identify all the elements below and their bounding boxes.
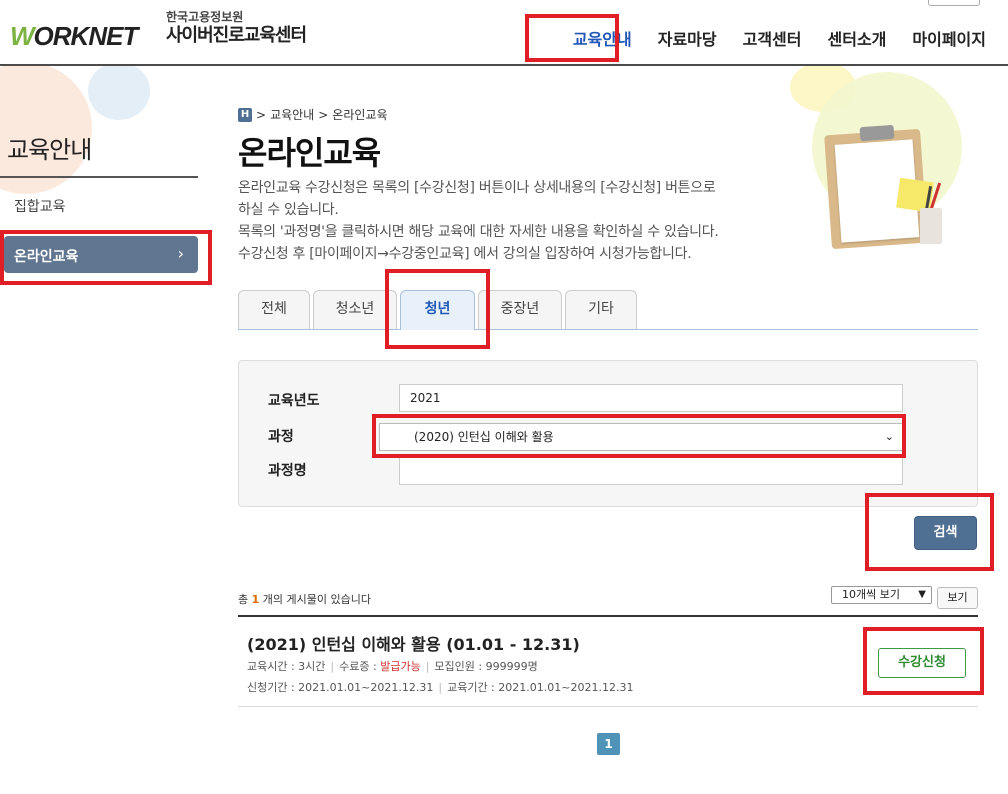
site-header: WORKNET 한국고용정보원 사이버진로교육센터 교육안내 자료마당 고객센터… <box>0 0 1008 66</box>
count-number: 1 <box>251 593 260 606</box>
course-periods: 신청기간 : 2021.01.01~2021.12.31 | 교육기간 : 2021… <box>247 679 633 695</box>
tab-all[interactable]: 전체 <box>238 290 310 329</box>
worknet-logo: WORKNET <box>10 21 138 51</box>
sidebar-item-online-edu[interactable]: 온라인교육 › <box>4 236 198 273</box>
tab-young-adult[interactable]: 청년 <box>400 290 475 330</box>
breadcrumb: H > 교육안내 > 온라인교육 <box>238 106 388 123</box>
course-meta: 교육시간 : 3시간 | 수료증 : 발급가능 | 모집인원 : 999999명 <box>247 658 538 674</box>
page-intro: 온라인교육 수강신청은 목록의 [수강신청] 버튼이나 상세내용의 [수강신청]… <box>238 177 798 265</box>
result-count: 총 1 개의 게시물이 있습니다 <box>238 591 371 607</box>
course-label: 과정 <box>268 429 294 445</box>
breadcrumb-separator: > <box>318 107 329 122</box>
intro-line: 수강신청 후 [마이페이지→수강중인교육] 에서 강의실 입장하여 시청가능합니… <box>238 246 692 262</box>
breadcrumb-separator: > <box>256 107 267 122</box>
tab-youth[interactable]: 청소년 <box>313 290 397 329</box>
utility-button[interactable] <box>928 0 980 6</box>
search-button[interactable]: 검색 <box>914 516 977 550</box>
apply-button[interactable]: 수강신청 <box>878 648 966 678</box>
category-tabs: 전체 청소년 청년 중장년 기타 <box>238 290 978 330</box>
divider <box>238 706 978 707</box>
pen-cup-shape <box>920 208 942 244</box>
course-title-link[interactable]: (2021) 인턴십 이해와 활용 (01.01 - 12.31) <box>247 631 580 655</box>
sidebar-item-label: 온라인교육 <box>14 249 79 265</box>
sidebar-item-group-edu[interactable]: 집합교육 <box>14 196 66 216</box>
per-page-select[interactable]: 10개씩 보기 ▼ <box>831 586 932 604</box>
page-title: 온라인교육 <box>238 134 381 172</box>
nav-item-about[interactable]: 센터소개 <box>828 26 887 50</box>
course-cert-label: 수료증 : <box>339 660 381 673</box>
separator: | <box>438 681 443 694</box>
main-nav: 교육안내 자료마당 고객센터 센터소개 마이페이지 <box>573 26 986 50</box>
nav-item-resources[interactable]: 자료마당 <box>658 26 717 50</box>
apply-period: 신청기간 : 2021.01.01~2021.12.31 <box>247 681 434 694</box>
chevron-down-icon: ⌄ <box>884 430 894 443</box>
tab-middle-age[interactable]: 중장년 <box>478 290 562 329</box>
view-button[interactable]: 보기 <box>937 587 978 609</box>
separator: | <box>425 660 430 673</box>
decorative-circle <box>0 62 92 194</box>
search-form: 교육년도 2021 과정 (2020) 인턴십 이해와 활용 ⌄ 과정명 <box>238 360 978 507</box>
intro-line: 하실 수 있습니다. <box>238 202 339 218</box>
divider <box>238 615 978 617</box>
utility-links <box>920 0 980 6</box>
clipboard-illustration <box>820 118 970 258</box>
year-field[interactable]: 2021 <box>399 384 903 412</box>
intro-line: 온라인교육 수강신청은 목록의 [수강신청] 버튼이나 상세내용의 [수강신청]… <box>238 180 716 196</box>
chevron-down-icon: ▼ <box>918 589 926 600</box>
course-name-field[interactable] <box>399 457 903 485</box>
breadcrumb-item: 온라인교육 <box>332 108 388 122</box>
course-select-value: (2020) 인턴십 이해와 활용 <box>414 430 554 444</box>
course-capacity: 모집인원 : 999999명 <box>434 660 538 673</box>
nav-item-edu-guide[interactable]: 교육안내 <box>573 26 632 50</box>
home-icon[interactable]: H <box>238 107 252 122</box>
per-page-value: 10개씩 보기 <box>842 588 900 601</box>
sidebar-title: 교육안내 <box>7 136 92 164</box>
year-label: 교육년도 <box>268 393 320 409</box>
count-prefix: 총 <box>238 593 249 606</box>
course-cert-value: 발급가능 <box>380 660 421 673</box>
chevron-right-icon: › <box>177 244 184 263</box>
site-name: 사이버진로교육센터 <box>166 25 307 46</box>
count-suffix: 개의 게시물이 있습니다 <box>262 593 371 606</box>
decorative-circle <box>790 62 856 112</box>
decorative-circle <box>88 62 150 120</box>
divider <box>0 176 198 178</box>
tab-etc[interactable]: 기타 <box>565 290 637 329</box>
course-name-label: 과정명 <box>268 463 307 479</box>
nav-item-mypage[interactable]: 마이페이지 <box>912 26 986 50</box>
course-hours: 교육시간 : 3시간 <box>247 660 326 673</box>
page-number-current[interactable]: 1 <box>597 733 620 755</box>
breadcrumb-item[interactable]: 교육안내 <box>270 106 314 123</box>
course-select[interactable]: (2020) 인턴십 이해와 활용 ⌄ <box>379 423 903 451</box>
separator: | <box>330 660 335 673</box>
clip-shape <box>859 124 895 142</box>
nav-item-customer-center[interactable]: 고객센터 <box>743 26 802 50</box>
edu-period: 교육기간 : 2021.01.01~2021.12.31 <box>447 681 634 694</box>
intro-line: 목록의 '과정명'을 클릭하시면 해당 교육에 대한 자세한 내용을 확인하실 … <box>238 224 719 240</box>
